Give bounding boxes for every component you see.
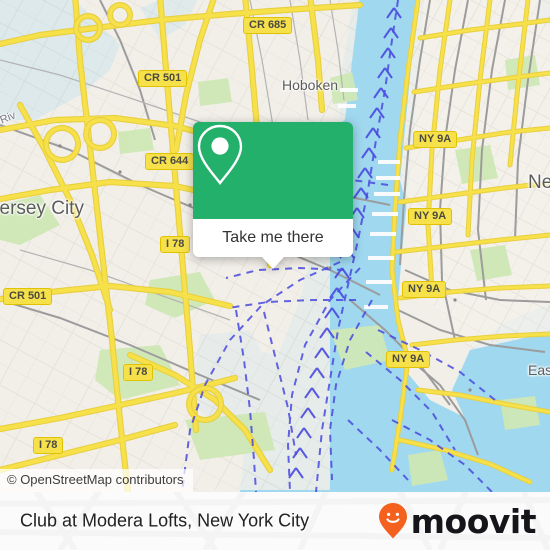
popup-icon-area	[193, 122, 353, 219]
map-screenshot: Hoboken Jersey City Ne East Riv CR 685 C…	[0, 0, 550, 550]
shield-ny-9a-1: NY 9A	[413, 131, 458, 148]
shield-ny-9a-2: NY 9A	[408, 208, 453, 225]
shield-cr-644: CR 644	[145, 153, 195, 170]
map-pin-icon	[197, 124, 243, 185]
moovit-logo[interactable]: moovit	[378, 501, 537, 541]
shield-cr-685: CR 685	[243, 17, 293, 34]
osm-attribution[interactable]: © OpenStreetMap contributors	[0, 469, 193, 492]
shield-i-78-center: I 78	[160, 236, 191, 253]
shield-ny-9a-4: NY 9A	[386, 351, 431, 368]
location-popup-card[interactable]: Take me there	[193, 122, 353, 269]
shield-i-78-mid: I 78	[123, 364, 154, 381]
moovit-pin-smiley-icon	[378, 503, 407, 539]
shield-ny-9a-3: NY 9A	[402, 281, 447, 298]
footer-bar: Club at Modera Lofts, New York City moov…	[0, 492, 550, 550]
shield-cr-501-north: CR 501	[138, 70, 188, 87]
moovit-wordmark: moovit	[410, 501, 537, 541]
shield-i-78-south: I 78	[33, 437, 64, 454]
take-me-there-button[interactable]: Take me there	[193, 219, 353, 257]
location-title: Club at Modera Lofts, New York City	[20, 510, 310, 531]
popup-pointer	[262, 257, 284, 269]
shield-cr-501-west: CR 501	[3, 288, 53, 305]
map-canvas[interactable]: Hoboken Jersey City Ne East Riv CR 685 C…	[0, 0, 550, 492]
